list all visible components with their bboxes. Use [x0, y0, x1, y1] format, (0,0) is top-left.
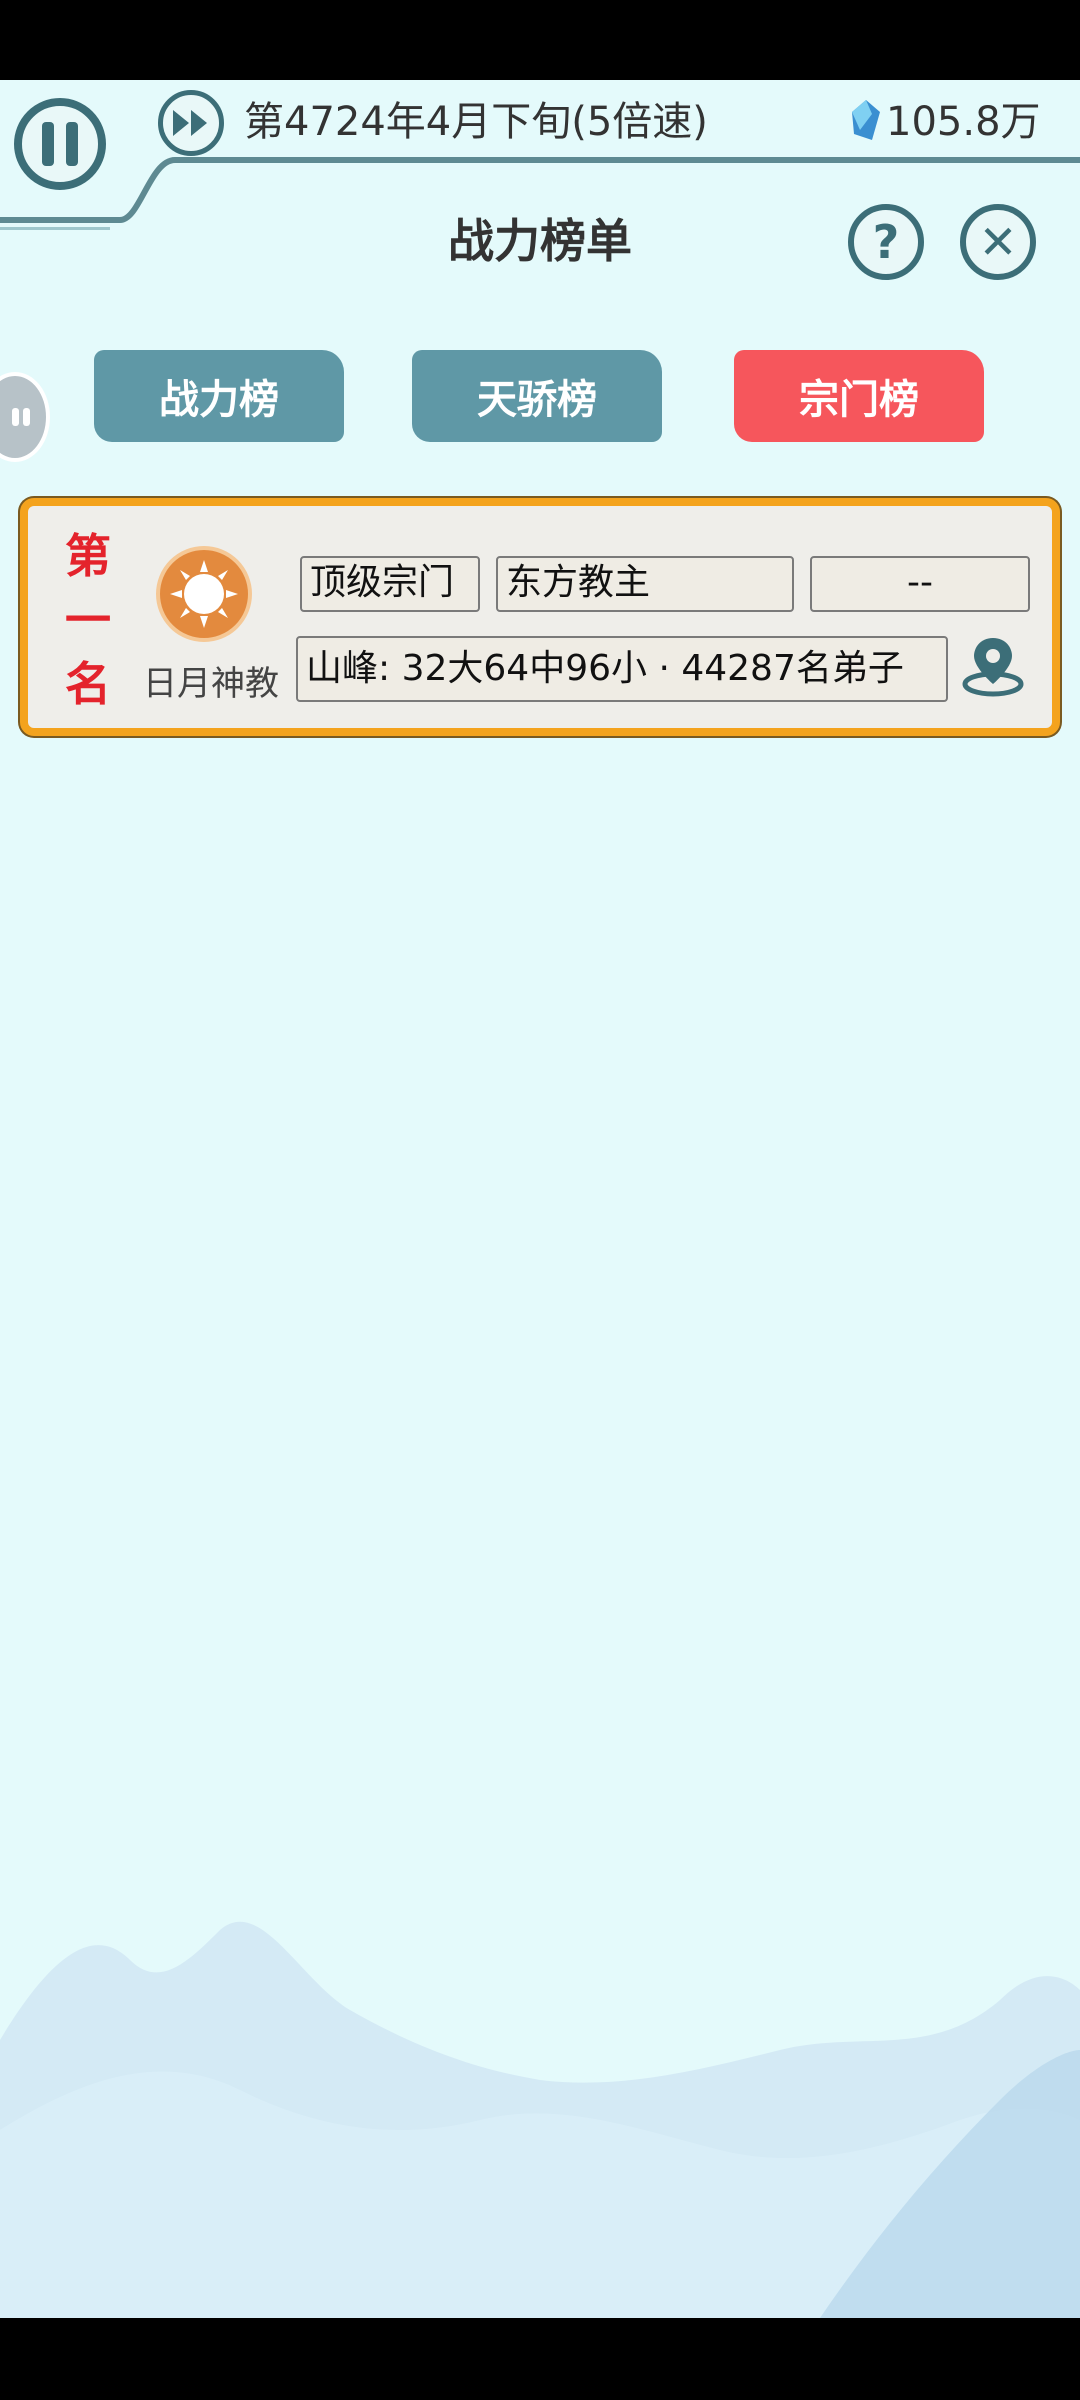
rank-label: 第 一 名 [65, 529, 111, 711]
tab-sect-ranking[interactable]: 宗门榜 [734, 350, 984, 442]
side-drawer-handle[interactable] [0, 372, 50, 462]
tab-talent-ranking[interactable]: 天骄榜 [412, 350, 662, 442]
sect-details-field: 山峰: 32大64中96小 · 44287名弟子 [296, 636, 948, 702]
close-icon: ✕ [978, 215, 1018, 269]
sun-emblem-icon [156, 546, 252, 642]
tab-label: 宗门榜 [799, 377, 919, 423]
system-navigation-bar [0, 2318, 1080, 2400]
game-date-label: 第4724年4月下旬(5倍速) [244, 99, 708, 145]
sect-name: 日月神教 [143, 664, 279, 704]
gem-icon [852, 100, 880, 140]
tab-label: 战力榜 [159, 377, 279, 423]
tab-label: 天骄榜 [477, 377, 597, 423]
fast-forward-button[interactable] [158, 90, 224, 156]
sect-extra-field: -- [810, 556, 1030, 612]
sect-tier-field: 顶级宗门 [300, 556, 480, 612]
location-pin-icon[interactable] [958, 630, 1028, 700]
fast-forward-icon [173, 110, 207, 136]
close-button[interactable]: ✕ [960, 204, 1036, 280]
gem-count: 105.8万 [886, 99, 1041, 145]
pause-button[interactable] [14, 98, 106, 190]
tab-power-ranking[interactable]: 战力榜 [94, 350, 344, 442]
help-button[interactable]: ? [848, 204, 924, 280]
mountain-background [0, 1921, 1080, 2318]
help-icon: ? [872, 215, 900, 269]
system-status-bar [0, 0, 1080, 80]
sect-ranking-card[interactable]: 第 一 名 日月神教 顶级宗门 东方教主 -- 山峰: 32大64中96小 · … [20, 498, 1060, 736]
pause-icon [42, 122, 54, 166]
sect-leader-field: 东方教主 [496, 556, 794, 612]
